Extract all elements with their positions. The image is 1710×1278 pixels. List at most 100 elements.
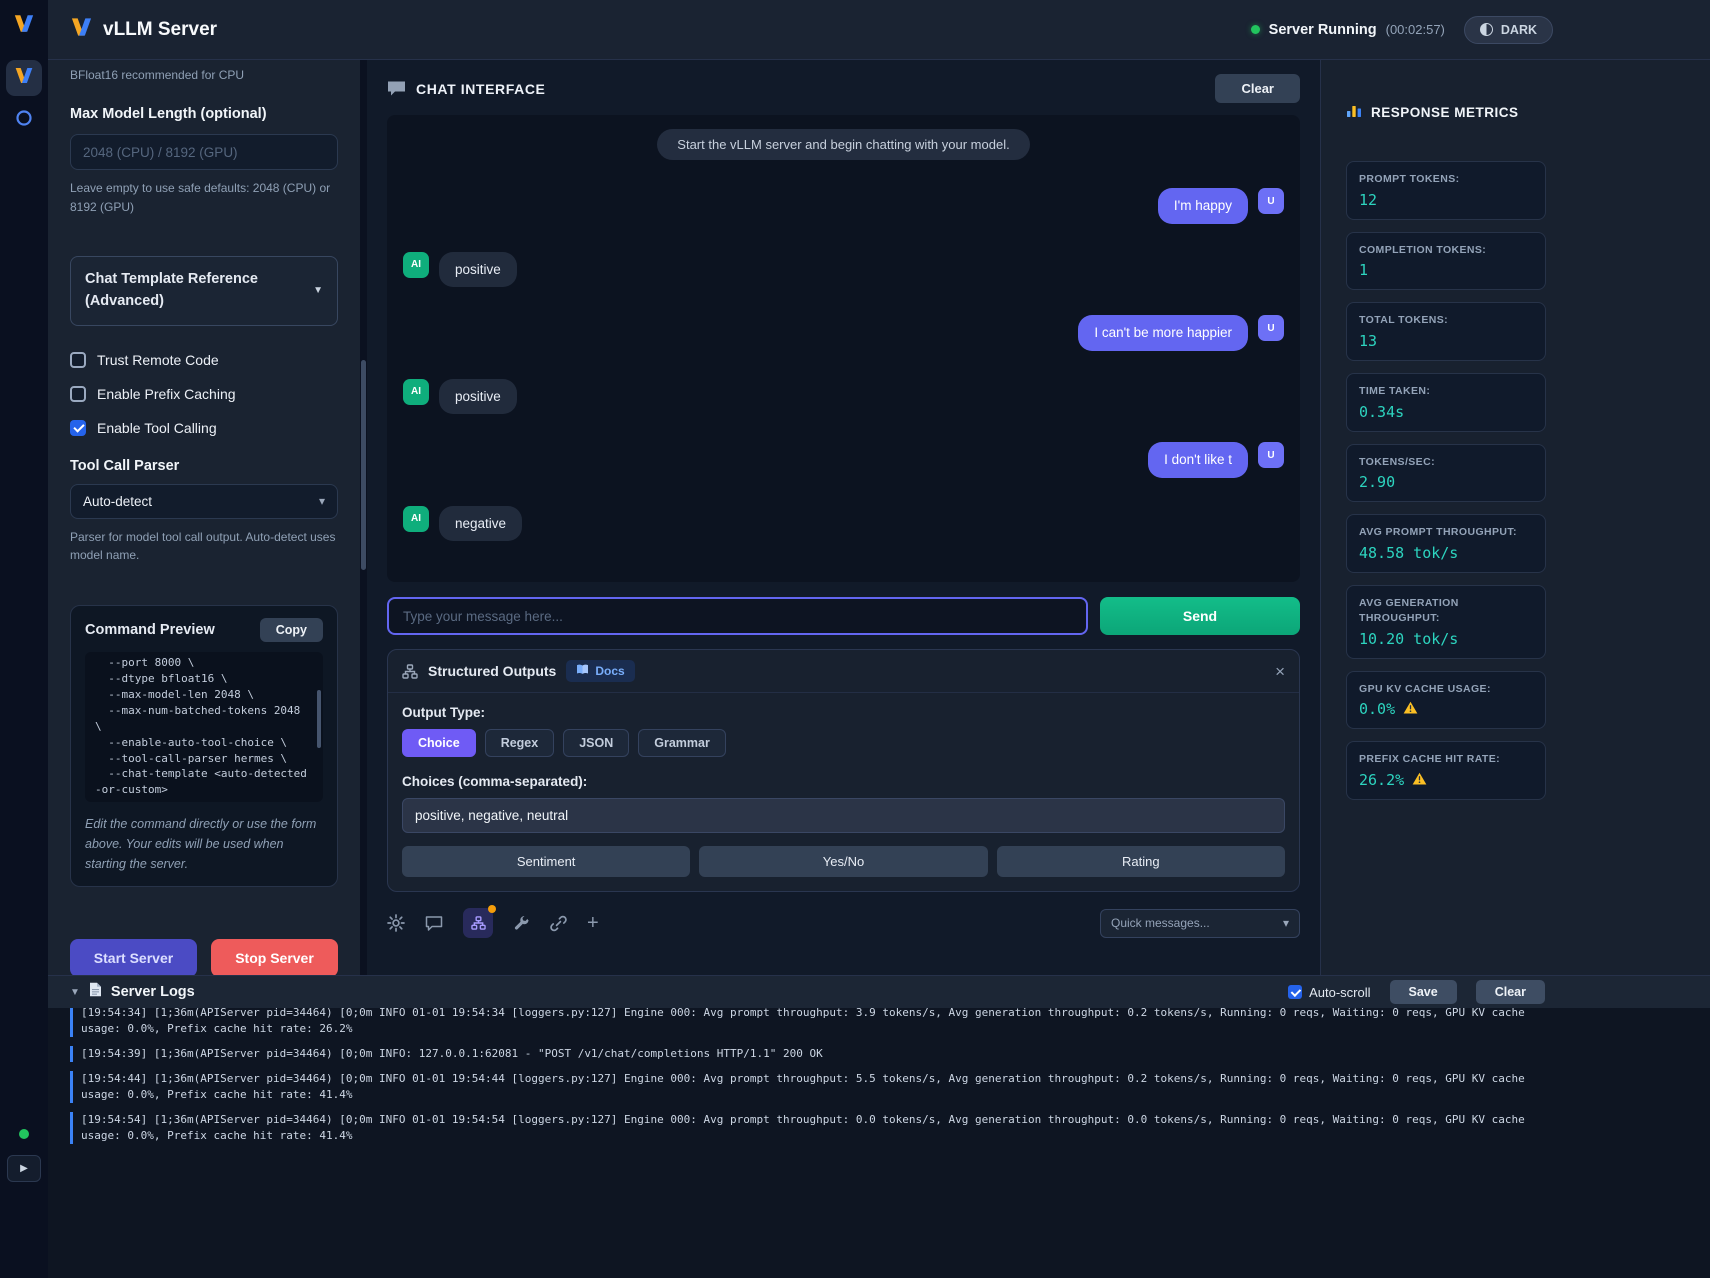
checkbox-row-enable-tool-calling[interactable]: Enable Tool Calling [70,420,338,436]
metric-label: PREFIX CACHE HIT RATE: [1359,752,1533,767]
tool-call-parser-select[interactable]: Auto-detect ▾ [70,484,338,519]
command-code-block[interactable]: --port 8000 \ --dtype bfloat16 \ --max-m… [85,652,323,802]
metric-card-avg-generation-throughput: AVG GENERATION THROUGHPUT: 10.20 tok/s [1346,585,1546,658]
warning-icon [1403,700,1418,718]
sidebar-scrollbar-thumb[interactable] [361,360,366,570]
sidebar-item-workspace[interactable] [10,106,38,134]
output-type-grammar[interactable]: Grammar [638,729,726,757]
enable-prefix-caching-checkbox[interactable] [70,386,86,402]
sidebar-item-vllm[interactable] [6,60,42,96]
chat-header: CHAT INTERFACE Clear [387,74,1300,103]
rail-bottom: ▶ [7,1129,41,1278]
save-logs-button[interactable]: Save [1390,980,1457,1004]
chat-message-ai: AI negative [403,506,1284,542]
checkbox-row-trust-remote-code[interactable]: Trust Remote Code [70,352,338,368]
metrics-title-row: RESPONSE METRICS [1346,104,1710,121]
metric-card-total-tokens: TOTAL TOKENS: 13 [1346,302,1546,361]
top-bar: vLLM Server Server Running (00:02:57) DA… [48,0,1710,60]
metric-card-tokens-per-sec: TOKENS/SEC: 2.90 [1346,444,1546,503]
metrics-title: RESPONSE METRICS [1371,105,1519,120]
choices-input[interactable] [402,798,1285,833]
metric-card-time-taken: TIME TAKEN: 0.34s [1346,373,1546,432]
output-type-json[interactable]: JSON [563,729,629,757]
link-icon[interactable] [550,915,567,932]
expand-panel-button[interactable]: ▶ [7,1155,41,1182]
max-model-length-help: Leave empty to use safe defaults: 2048 (… [70,179,338,216]
structured-outputs-toggle[interactable] [463,908,493,938]
structured-outputs-header: Structured Outputs Docs × [388,650,1299,693]
close-icon[interactable]: × [1275,663,1285,680]
metric-label: TOTAL TOKENS: [1359,313,1533,328]
vllm-logo-icon [13,14,35,38]
metric-label: COMPLETION TOKENS: [1359,243,1533,258]
message-input[interactable] [387,597,1088,635]
checkbox-row-enable-prefix-caching[interactable]: Enable Prefix Caching [70,386,338,402]
left-icon-rail: ▶ [0,0,48,1278]
max-model-length-input[interactable] [70,134,338,170]
copy-button[interactable]: Copy [260,618,323,642]
message-bubble: positive [439,379,517,415]
wrench-icon[interactable] [513,915,530,932]
enable-tool-calling-checkbox[interactable] [70,420,86,436]
quick-messages-select[interactable]: Quick messages... ▾ [1100,909,1300,938]
log-entry: [19:54:34] [1;36m(APIServer pid=34464) [… [70,1008,1545,1037]
chat-message-ai: AI positive [403,379,1284,415]
ai-avatar: AI [403,506,429,532]
metric-card-gpu-kv-cache-usage: GPU KV CACHE USAGE: 0.0% [1346,671,1546,730]
autoscroll-checkbox[interactable] [1288,985,1302,999]
trust-remote-code-checkbox[interactable] [70,352,86,368]
output-type-row: Choice Regex JSON Grammar [402,729,1285,757]
theme-toggle-button[interactable]: DARK [1464,16,1553,44]
chat-notice: Start the vLLM server and begin chatting… [657,129,1029,160]
stop-server-button[interactable]: Stop Server [211,939,338,975]
brand: vLLM Server [70,17,217,43]
start-server-button[interactable]: Start Server [70,939,197,975]
max-model-length-label: Max Model Length (optional) [70,106,338,122]
clear-logs-button[interactable]: Clear [1476,980,1545,1004]
user-avatar: U [1258,315,1284,341]
chat-main: CHAT INTERFACE Clear Start the vLLM serv… [367,60,1320,975]
response-metrics-panel: RESPONSE METRICS PROMPT TOKENS: 12 COMPL… [1320,60,1710,975]
log-entries: [19:54:34] [1;36m(APIServer pid=34464) [… [70,1008,1545,1144]
metric-label: GPU KV CACHE USAGE: [1359,682,1533,697]
gear-icon[interactable] [387,914,405,932]
preset-sentiment-button[interactable]: Sentiment [402,846,690,877]
collapse-caret-icon[interactable]: ▼ [70,987,80,998]
code-scrollbar-thumb[interactable] [317,690,321,748]
workspace-ring-icon [15,109,33,132]
book-icon [576,664,589,678]
checkbox-label: Trust Remote Code [97,352,219,368]
server-logs-title: Server Logs [111,984,195,1000]
docs-link[interactable]: Docs [566,660,634,682]
clear-chat-button[interactable]: Clear [1215,74,1300,103]
metric-value: 13 [1359,332,1533,350]
send-button[interactable]: Send [1100,597,1300,635]
sidebar-scrollbar[interactable] [360,60,367,975]
autoscroll-label: Auto-scroll [1309,985,1370,1000]
output-type-choice[interactable]: Choice [402,729,476,757]
output-type-regex[interactable]: Regex [485,729,555,757]
preset-row: Sentiment Yes/No Rating [402,846,1285,877]
metric-value: 0.34s [1359,403,1533,421]
metric-value: 1 [1359,261,1533,279]
metric-label: TOKENS/SEC: [1359,455,1533,470]
command-code: --port 8000 \ --dtype bfloat16 \ --max-m… [95,655,311,798]
chat-message-user: I'm happy U [403,188,1284,224]
plus-icon[interactable]: + [587,913,599,933]
server-uptime: (00:02:57) [1386,22,1445,37]
preset-yesno-button[interactable]: Yes/No [699,846,987,877]
server-status-label: Server Running [1269,22,1377,38]
checkbox-label: Enable Prefix Caching [97,386,236,402]
preset-rating-button[interactable]: Rating [997,846,1285,877]
tool-call-parser-value: Auto-detect [83,494,152,509]
metric-label: TIME TAKEN: [1359,384,1533,399]
user-avatar: U [1258,188,1284,214]
autoscroll-toggle[interactable]: Auto-scroll [1288,985,1370,1000]
quick-messages-value: Quick messages... [1111,916,1210,930]
comment-icon[interactable] [425,915,443,932]
metric-card-prompt-tokens: PROMPT TOKENS: 12 [1346,161,1546,220]
log-entry: [19:54:54] [1;36m(APIServer pid=34464) [… [70,1112,1545,1144]
chat-template-reference-toggle[interactable]: Chat Template Reference (Advanced) ▼ [70,256,338,326]
server-logs-body[interactable]: [19:54:34] [1;36m(APIServer pid=34464) [… [48,1008,1710,1278]
metric-label: AVG GENERATION THROUGHPUT: [1359,596,1533,625]
